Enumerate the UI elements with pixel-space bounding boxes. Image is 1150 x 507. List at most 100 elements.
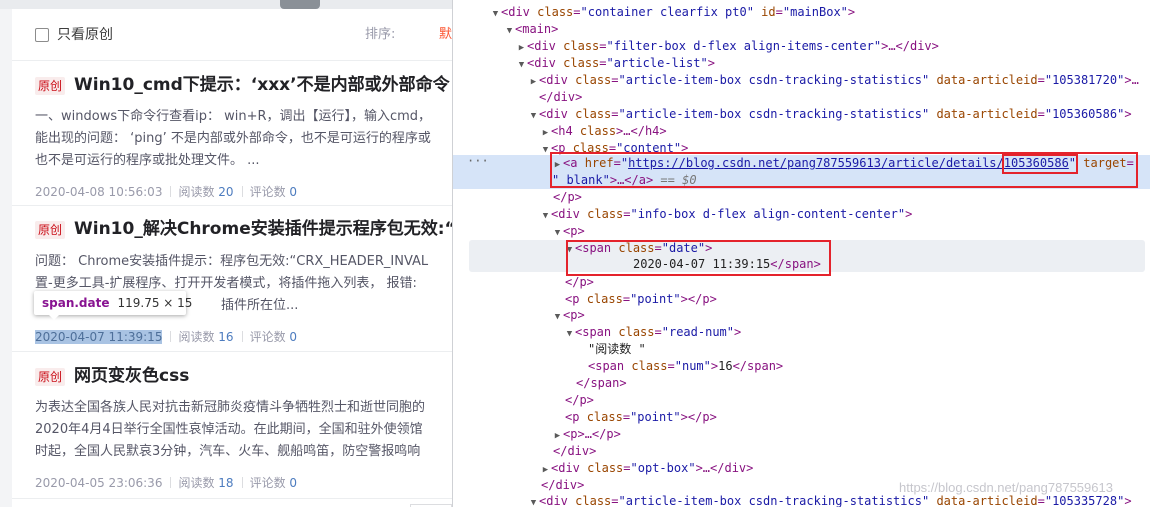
dom-node[interactable]: ▼ <div class="article-list"> <box>453 55 1150 72</box>
attr-value: point <box>637 410 674 424</box>
article-description-line: 能出现的问题： ‘ping’ 不是内部或外部命令，也不是可运行的程序或 <box>35 131 431 146</box>
dom-node[interactable]: </span> <box>453 375 1150 392</box>
closing-tag: </span> <box>732 359 784 373</box>
collapsed-content: …</h4> <box>623 124 667 138</box>
attr-value: 105335728 <box>1052 494 1118 507</box>
only-original-checkbox[interactable] <box>35 28 49 42</box>
dom-node[interactable]: ▼ <div class="article-item-box csdn-track… <box>453 493 1150 507</box>
attr-name: id <box>761 5 776 19</box>
attr-name: data-articleid <box>936 73 1038 87</box>
attr-name: class <box>563 56 600 70</box>
read-label-text: "阅读数 " <box>588 342 646 356</box>
closing-tag: </div> <box>539 90 583 104</box>
article-date: 2020-04-07 11:39:15 <box>35 330 163 344</box>
attr-name: class <box>575 494 612 507</box>
dom-node[interactable]: ▼ <div class="container clearfix pt0" id=… <box>453 4 1150 21</box>
attr-name: class <box>579 124 617 138</box>
sort-value[interactable]: 默认 <box>439 26 452 44</box>
original-tag: 原创 <box>35 221 66 239</box>
attr-name: class <box>587 461 624 475</box>
text-node[interactable]: "阅读数 " <box>453 341 1150 358</box>
dom-node[interactable]: </p> <box>453 189 1150 206</box>
dom-node[interactable]: </div> <box>453 89 1150 106</box>
article-date: 2020-04-05 23:06:36 <box>35 476 163 490</box>
dom-node[interactable]: </div> <box>453 443 1150 460</box>
attr-name: data-articleid <box>936 107 1038 121</box>
dom-node[interactable]: ▶ <div class="opt-box">…</div> <box>453 460 1150 477</box>
dom-node[interactable]: ▼ <p> <box>453 223 1150 240</box>
article-title[interactable]: Win10_解决Chrome安装插件提示程序包无效:“ <box>74 216 452 242</box>
only-original-label[interactable]: 只看原创 <box>57 25 113 45</box>
attr-value: 105360586 <box>1052 107 1118 121</box>
article-item[interactable]: 原创 Win10_解决Chrome安装插件提示程序包无效:“ 问题： Chrom… <box>12 207 452 352</box>
tag-name: span <box>595 359 625 373</box>
dom-node[interactable]: <p class="point"></p> <box>453 291 1150 308</box>
article-description[interactable]: 为表达全国各族人民对抗击新冠肺炎疫情斗争牺牲烈士和逝世同胞的 2020年4月4日… <box>35 397 452 463</box>
dom-node[interactable]: ▼ <div class="article-item-box csdn-track… <box>453 106 1150 123</box>
tag-name: div <box>508 5 530 19</box>
attr-value: article-item-box csdn-tracking-statistic… <box>625 73 922 87</box>
attr-value: article-item-box csdn-tracking-statistic… <box>625 494 922 507</box>
dom-node[interactable]: <p class="point"></p> <box>453 409 1150 426</box>
article-info: 2020-04-05 23:06:36 阅读数 18 评论数 0 <box>35 474 297 492</box>
collapsed-content: …</div> <box>702 461 754 475</box>
dom-node[interactable]: </p> <box>453 274 1150 291</box>
inspect-tooltip: span.date 119.75 × 15 <box>34 291 192 320</box>
article-date: 2020-04-08 10:56:03 <box>35 185 163 199</box>
dom-node[interactable]: <span class="num">16</span> <box>453 358 1150 375</box>
tooltip-element-name: span.date <box>42 296 110 310</box>
dom-node[interactable]: ▶ <div class="filter-box d-flex align-ite… <box>453 38 1150 55</box>
annotation-box-article-id <box>1002 154 1078 174</box>
annotation-box-date <box>566 240 831 276</box>
tag-name: main <box>522 22 552 36</box>
dom-node[interactable]: ▶ <div class="article-item-box csdn-track… <box>453 72 1150 89</box>
attr-name: class <box>631 359 668 373</box>
attr-name: class <box>587 207 624 221</box>
article-description[interactable]: 一、windows下命令行查看ip： win+R，调出【运行】，输入cmd， 能… <box>35 106 452 172</box>
attr-value: article-item-box csdn-tracking-statistic… <box>625 107 922 121</box>
dom-node[interactable]: ▶ <p>…</p> <box>453 426 1150 443</box>
page-top-banner <box>0 0 452 9</box>
collapse-triangle-icon[interactable]: ▼ <box>528 495 539 507</box>
attr-value: read-num <box>668 325 727 339</box>
comment-label: 评论数 <box>249 476 286 490</box>
closing-tag: </span> <box>576 376 627 390</box>
dom-node[interactable]: ▼ <main> <box>453 21 1150 38</box>
closing-tag: </div> <box>553 444 597 458</box>
article-title[interactable]: Win10_cmd下提示：‘xxx’不是内部或外部命令 <box>74 72 452 98</box>
read-count: 16 <box>218 330 234 344</box>
dom-node[interactable]: </p> <box>453 392 1150 409</box>
divider <box>170 477 172 488</box>
dom-node[interactable]: ▶ <h4 class>…</h4> <box>453 123 1150 140</box>
article-panel: 只看原创 排序: 默认 原创 Win10_cmd下提示：‘xxx’不是内部或外部… <box>12 9 452 507</box>
dom-node[interactable]: ▼ <span class="read-num"> <box>453 324 1150 341</box>
num-text: 16 <box>718 359 733 373</box>
attr-value: filter-box d-flex align-items-center <box>613 39 874 53</box>
article-info: 2020-04-08 10:56:03 阅读数 20 评论数 0 <box>35 183 297 201</box>
attr-value: num <box>681 359 704 373</box>
tag-name: div <box>546 494 568 507</box>
article-description-line: 2020年4月4日举行全国性哀悼活动。在此期间，全国和驻外使领馆 <box>35 422 423 437</box>
divider <box>241 186 243 197</box>
article-title[interactable]: 网页变灰色css <box>74 363 452 389</box>
tag-name: p <box>572 292 580 306</box>
closing-tag: </p> <box>565 393 594 407</box>
tag-name: div <box>546 73 568 87</box>
attr-value: mainBox <box>790 5 841 19</box>
collapsed-content: …</div> <box>888 39 939 53</box>
read-count: 20 <box>218 185 234 199</box>
dom-node[interactable]: ▼ <p> <box>453 307 1150 324</box>
attr-name: class <box>586 410 623 424</box>
attr-value: article-list <box>613 56 701 70</box>
article-description-line: 时起，全国人民默哀3分钟，汽车、火车、舰船鸣笛，防空警报鸣响 <box>35 444 421 459</box>
article-description-line: 一、windows下命令行查看ip： win+R，调出【运行】，输入cmd， <box>35 109 432 124</box>
comment-label: 评论数 <box>249 330 286 344</box>
dom-node[interactable]: ▼ <div class="info-box d-flex align-conte… <box>453 206 1150 223</box>
tag-name: h4 <box>558 124 573 138</box>
closing-tag: </p> <box>553 190 582 204</box>
closing-tag: </p> <box>687 292 717 306</box>
article-item[interactable]: 原创 网页变灰色css 为表达全国各族人民对抗击新冠肺炎疫情斗争牺牲烈士和逝世同… <box>12 353 452 499</box>
attr-value: 105381720 <box>1052 73 1118 87</box>
article-item[interactable]: 原创 Win10_cmd下提示：‘xxx’不是内部或外部命令 一、windows… <box>12 62 452 206</box>
closing-tag: </div> <box>541 478 585 492</box>
